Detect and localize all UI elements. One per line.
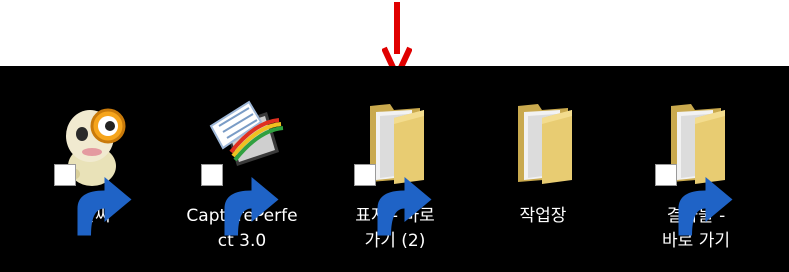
shortcut-overlay-icon	[354, 164, 432, 236]
alssee-app-icon	[50, 92, 140, 236]
folder-icon	[350, 92, 440, 236]
icon-label-jakeopjang: 작업장	[519, 206, 567, 226]
shortcut-overlay-icon	[201, 164, 279, 236]
desktop-icon-captureperfect[interactable]: CapturePerfe ct 3.0	[182, 92, 302, 254]
folder-icon	[498, 92, 588, 188]
desktop-icon-jakeopjang[interactable]: 작업장	[483, 92, 603, 229]
desktop-icon-gyeolgwamul-shortcut[interactable]: 결과물 - 바로 가기	[636, 92, 756, 254]
desktop-icon-alssee[interactable]: 알씨	[35, 92, 155, 236]
desktop-icon-pyoji-shortcut[interactable]: 표지 - 바로 가기 (2)	[335, 92, 455, 254]
captureperfect-app-icon	[197, 92, 287, 236]
shortcut-overlay-icon	[54, 164, 132, 236]
desktop-area: 알씨 CapturePerfe ct 3.0 표지 - 바로 가기 (2) 작업…	[0, 66, 789, 272]
folder-icon	[651, 92, 741, 236]
shortcut-overlay-icon	[655, 164, 733, 236]
